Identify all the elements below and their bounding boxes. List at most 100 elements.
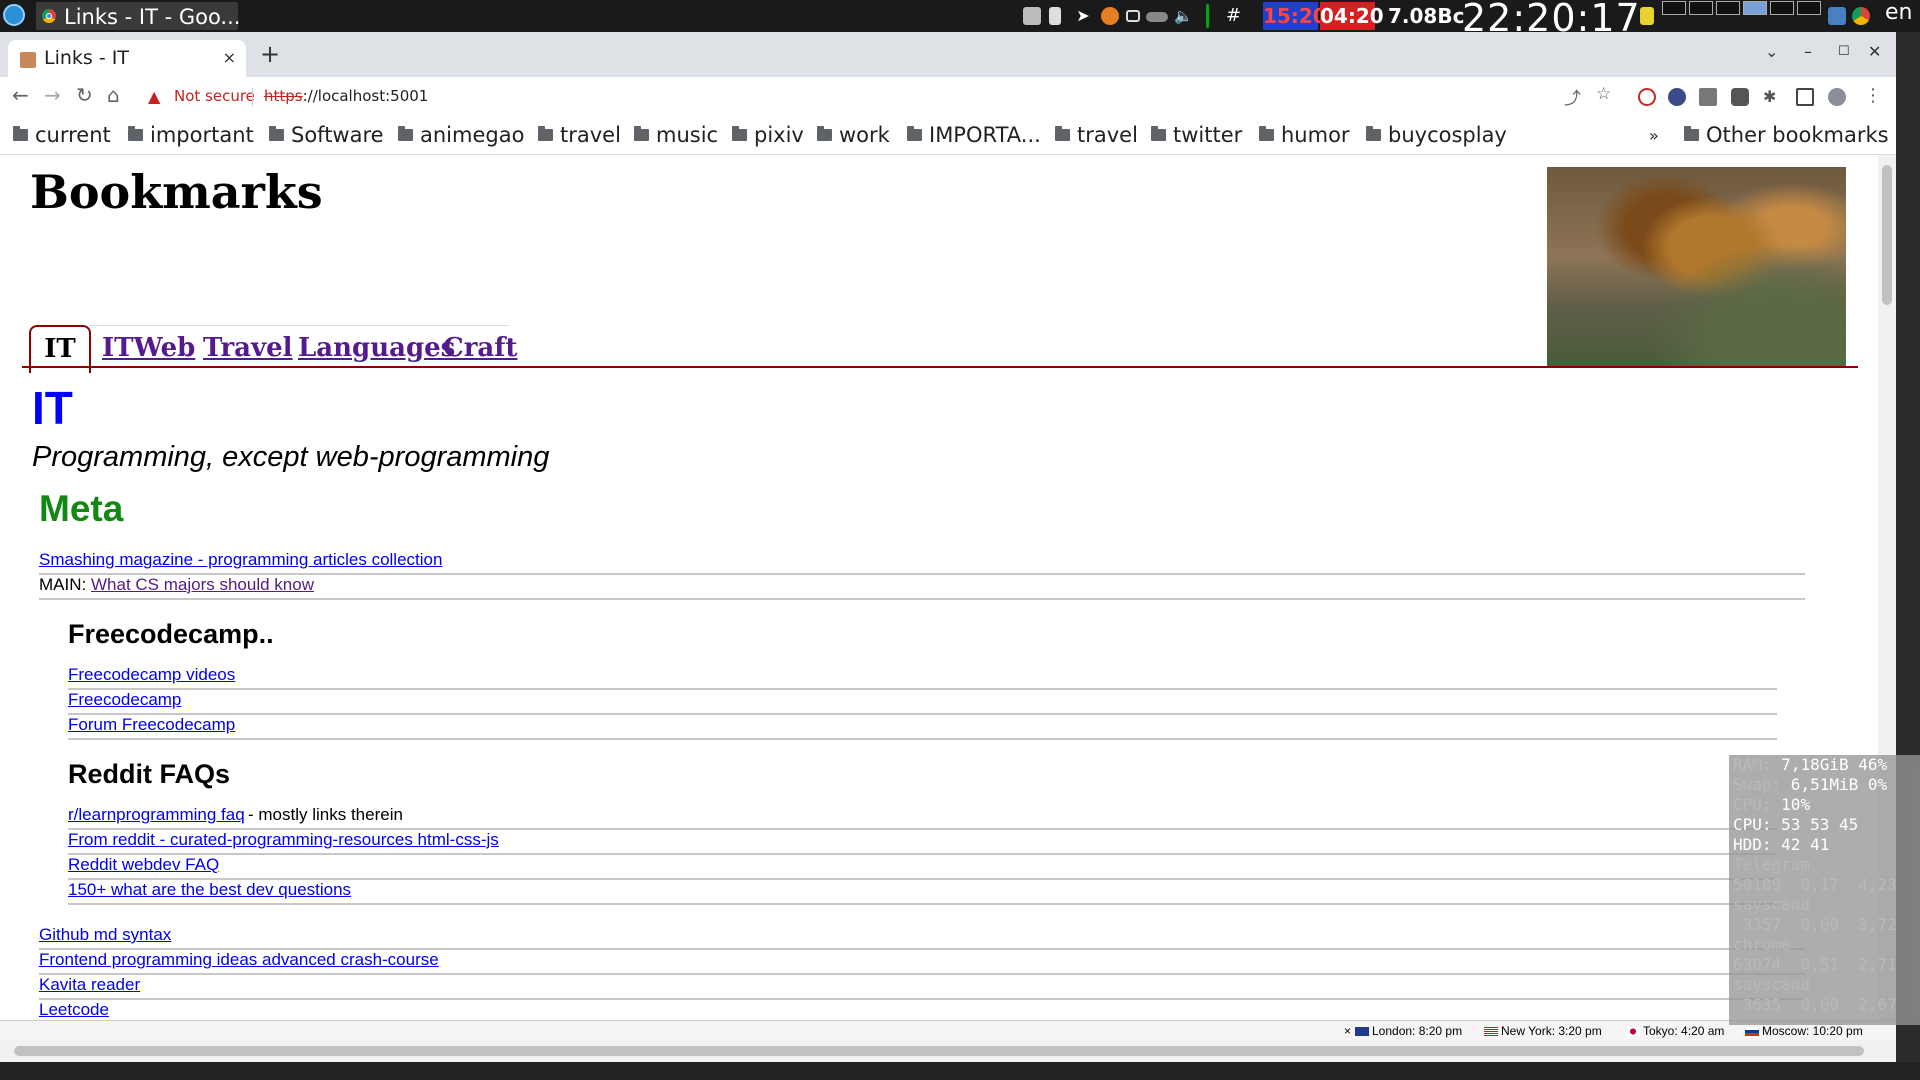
telegram-tray-icon[interactable]: ➤: [1074, 7, 1092, 25]
tab-languages[interactable]: Languages: [298, 333, 455, 363]
home-icon[interactable]: ⌂: [107, 83, 120, 107]
workspace-3[interactable]: [1716, 1, 1740, 15]
timezone-close-icon[interactable]: ×: [1344, 1024, 1351, 1038]
bookmark-label: animegao: [420, 123, 525, 147]
link-cs-majors[interactable]: What CS majors should know: [91, 575, 314, 595]
side-panel-icon[interactable]: [1796, 88, 1814, 106]
new-tab-button[interactable]: +: [260, 40, 280, 68]
bookmark-folder[interactable]: IMPORTA...: [907, 123, 1041, 147]
cloud-tray-icon[interactable]: [1146, 12, 1168, 22]
tab-close-icon[interactable]: ×: [223, 48, 236, 67]
keyboard-layout[interactable]: en: [1885, 0, 1912, 25]
folder-icon: [907, 126, 922, 141]
scroll-thumb[interactable]: [1882, 165, 1892, 305]
folder-icon: [269, 126, 284, 141]
link-github-md[interactable]: Github md syntax: [39, 925, 171, 945]
app-tray-icon[interactable]: [1101, 7, 1119, 25]
section-title: IT: [32, 382, 73, 434]
link-dev-questions[interactable]: 150+ what are the best dev questions: [68, 880, 351, 900]
url-text[interactable]: https://localhost:5001: [264, 87, 428, 105]
forward-icon[interactable]: →: [44, 83, 61, 107]
folder-icon: [1366, 126, 1381, 141]
bookmark-folder[interactable]: pixiv: [732, 123, 804, 147]
scroll-thumb[interactable]: [14, 1046, 1864, 1056]
chrome-tray-icon[interactable]: [1852, 7, 1870, 25]
bookmark-folder[interactable]: current: [13, 123, 111, 147]
url-scheme: https: [264, 87, 303, 105]
tab-travel[interactable]: Travel: [203, 333, 293, 363]
volume-tray-icon[interactable]: 🔈: [1174, 7, 1193, 25]
bookmark-folder[interactable]: twitter: [1151, 123, 1242, 147]
link-leetcode[interactable]: Leetcode: [39, 1000, 109, 1020]
taskbar-window-button[interactable]: Links - IT - Goo...: [36, 2, 240, 30]
notes-tray-icon[interactable]: [1640, 7, 1654, 25]
bookmark-folder[interactable]: animegao: [398, 123, 524, 147]
window-list-icon[interactable]: [1828, 7, 1846, 25]
monitor-line: HDD: 42 41: [1733, 835, 1830, 854]
freecodecamp-heading: Freecodecamp..: [68, 619, 274, 649]
extension-icon-4[interactable]: [1731, 88, 1749, 106]
link-curated-resources[interactable]: From reddit - curated-programming-resour…: [68, 830, 499, 850]
tab-craft[interactable]: Craft: [443, 333, 517, 363]
link-freecodecamp-videos[interactable]: Freecodecamp videos: [68, 665, 235, 685]
menu-kebab-icon[interactable]: ⋮: [1864, 85, 1882, 106]
link-frontend-ideas[interactable]: Frontend programming ideas advanced cras…: [39, 950, 439, 970]
adblock-extension-icon[interactable]: [1638, 88, 1656, 106]
share-icon[interactable]: ⤴: [1564, 84, 1581, 109]
window-close-icon[interactable]: ✕: [1868, 42, 1881, 61]
minimize-icon[interactable]: –: [1804, 42, 1812, 61]
folder-icon: [732, 126, 747, 141]
start-menu-icon[interactable]: [3, 4, 25, 26]
hash-tray-icon[interactable]: #: [1226, 7, 1244, 25]
bookmark-folder[interactable]: travel: [1055, 123, 1138, 147]
monitor-line: Swap: 6,51MiB 0%: [1733, 775, 1888, 794]
bookmark-folder[interactable]: work: [817, 123, 890, 147]
divider: [68, 903, 1777, 905]
link-reddit-webdev-faq[interactable]: Reddit webdev FAQ: [68, 855, 219, 875]
address-bar[interactable]: ▲ Not secure https://localhost:5001 ⤴ ☆: [140, 81, 1630, 113]
warning-icon[interactable]: ▲: [148, 87, 160, 106]
not-secure-label[interactable]: Not secure: [174, 87, 255, 105]
workspace-1[interactable]: [1662, 1, 1686, 15]
extension-icon-2[interactable]: [1668, 88, 1686, 106]
zone-newyork-text: New York: 3:20 pm: [1501, 1024, 1602, 1038]
maximize-icon[interactable]: ☐: [1838, 44, 1850, 59]
extension-icon-3[interactable]: [1699, 88, 1717, 106]
folder-icon: [398, 126, 413, 141]
link-freecodecamp[interactable]: Freecodecamp: [68, 690, 181, 710]
monitor-line: RAM: 7,18GiB 46%: [1733, 755, 1888, 774]
battery-tray-icon[interactable]: [1049, 7, 1061, 25]
horizontal-scrollbar[interactable]: [0, 1040, 1896, 1062]
profile-avatar[interactable]: [1828, 88, 1846, 106]
bookmark-star-icon[interactable]: ☆: [1596, 84, 1611, 104]
folder-icon: [1055, 126, 1070, 141]
extensions-puzzle-icon[interactable]: ✱: [1763, 88, 1781, 106]
bookmarks-overflow-button[interactable]: »: [1649, 126, 1659, 145]
tab-itweb[interactable]: ITWeb: [102, 333, 195, 363]
workspace-6[interactable]: [1797, 1, 1821, 15]
link-kavita-reader[interactable]: Kavita reader: [39, 975, 140, 995]
workspace-2[interactable]: [1689, 1, 1713, 15]
bookmark-folder[interactable]: humor: [1259, 123, 1350, 147]
folder-icon: [1259, 126, 1274, 141]
os-top-panel: Links - IT - Goo... ➤ 🔈 # 15:20 04:20 7.…: [0, 0, 1920, 40]
link-smashing-magazine[interactable]: Smashing magazine - programming articles…: [39, 550, 442, 570]
link-forum-freecodecamp[interactable]: Forum Freecodecamp: [68, 715, 235, 735]
browser-tab-active[interactable]: Links - IT ×: [8, 40, 246, 77]
link-learnprogramming-faq[interactable]: r/learnprogramming faq: [68, 805, 245, 825]
workspace-5[interactable]: [1770, 1, 1794, 15]
back-icon[interactable]: ←: [12, 83, 29, 107]
bookmark-folder[interactable]: travel: [538, 123, 621, 147]
tab-search-icon[interactable]: ⌄: [1765, 42, 1778, 61]
bookmark-label: travel: [560, 123, 621, 147]
bookmark-folder[interactable]: music: [634, 123, 718, 147]
bookmark-folder[interactable]: important: [128, 123, 254, 147]
bookmark-folder[interactable]: Software: [269, 123, 384, 147]
zone-moscow: Moscow: 10:20 pm: [1745, 1024, 1863, 1038]
other-bookmarks-folder[interactable]: Other bookmarks: [1684, 123, 1889, 147]
reload-icon[interactable]: ↻: [76, 83, 93, 107]
screen-tray-icon[interactable]: [1126, 10, 1140, 22]
files-tray-icon[interactable]: [1023, 7, 1041, 25]
workspace-4[interactable]: [1743, 1, 1767, 15]
bookmark-folder[interactable]: buycosplay: [1366, 123, 1507, 147]
